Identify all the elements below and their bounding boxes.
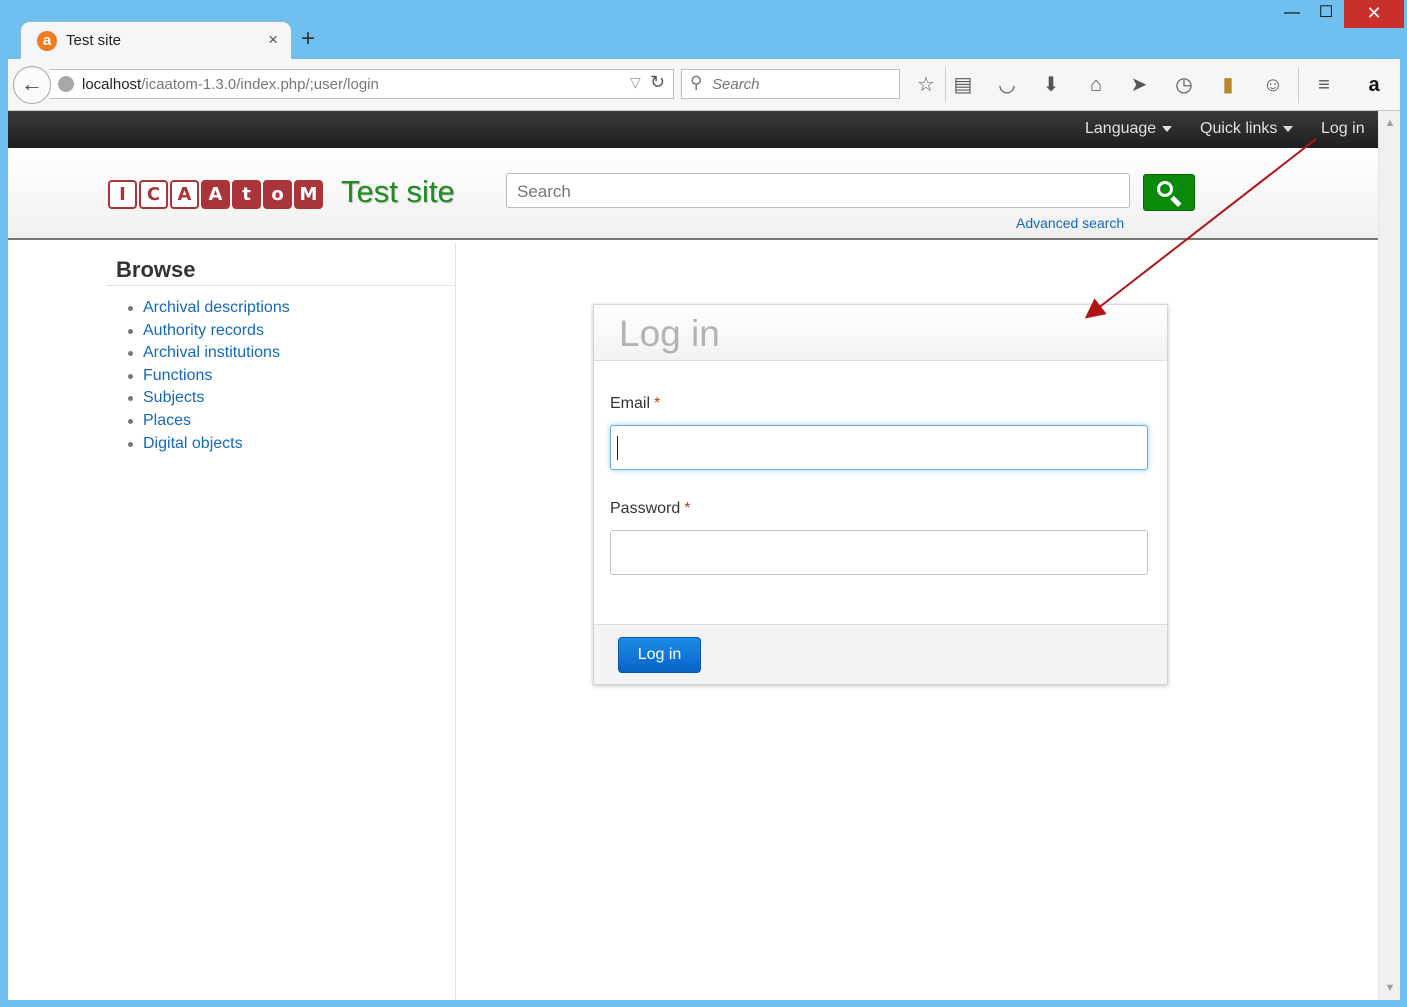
divider xyxy=(106,285,456,286)
browse-link-archival-descriptions[interactable]: Archival descriptions xyxy=(128,297,290,320)
login-panel: Log in Email * Password * Log in xyxy=(593,304,1168,685)
site-top-navbar: Language Quick links Log in xyxy=(8,111,1378,148)
reading-list-icon[interactable]: ▤ xyxy=(950,72,976,98)
search-icon-handle xyxy=(1170,195,1182,208)
globe-icon xyxy=(58,76,74,92)
site-search-box[interactable] xyxy=(506,173,1130,208)
top-login-link[interactable]: Log in xyxy=(1321,120,1365,138)
quick-links-menu[interactable]: Quick links xyxy=(1200,120,1294,138)
icaatom-logo[interactable]: I C A A t o M xyxy=(108,180,323,210)
site-title[interactable]: Test site xyxy=(341,174,455,210)
site-favicon-icon: a xyxy=(37,31,57,51)
browse-heading: Browse xyxy=(116,257,196,282)
window-close-button[interactable]: ✕ xyxy=(1344,0,1404,28)
browse-list: Archival descriptions Authority records … xyxy=(128,297,290,455)
chat-icon[interactable]: ☺ xyxy=(1260,72,1286,98)
scroll-down-icon[interactable]: ▼ xyxy=(1379,978,1401,998)
browse-sidebar: Browse Archival descriptions Authority r… xyxy=(8,242,456,1000)
logo-letter: A xyxy=(170,180,199,209)
browse-link-digital-objects[interactable]: Digital objects xyxy=(128,433,290,456)
back-button[interactable]: ← xyxy=(13,66,51,104)
reload-icon[interactable]: ↻ xyxy=(650,72,665,93)
logo-letter: M xyxy=(294,180,323,209)
bookmark-star-icon[interactable]: ☆ xyxy=(913,72,939,98)
advanced-search-link[interactable]: Advanced search xyxy=(1016,215,1124,231)
window-maximize-button[interactable]: ☐ xyxy=(1309,0,1343,28)
password-label: Password * xyxy=(610,500,691,517)
email-field[interactable] xyxy=(610,425,1148,470)
browser-search-box[interactable]: ⚲ xyxy=(681,69,900,99)
password-field[interactable] xyxy=(610,530,1148,575)
login-panel-header: Log in xyxy=(594,305,1167,361)
logo-letter: t xyxy=(232,180,261,209)
new-tab-button[interactable]: + xyxy=(301,25,315,53)
language-menu[interactable]: Language xyxy=(1085,120,1173,138)
toolbar-separator xyxy=(1298,67,1299,103)
logo-letter: A xyxy=(201,180,230,209)
site-header: I C A A t o M Test site Advanced search xyxy=(8,148,1378,240)
url-dropdown-icon[interactable]: ▽ xyxy=(630,74,641,91)
page-viewport: Language Quick links Log in I C A A t o … xyxy=(8,111,1378,1000)
window-titlebar: a Test site × + — ☐ ✕ xyxy=(0,0,1407,60)
browse-link-functions[interactable]: Functions xyxy=(128,365,290,388)
url-text[interactable]: localhost/icaatom-1.3.0/index.php/;user/… xyxy=(82,76,379,93)
browse-link-subjects[interactable]: Subjects xyxy=(128,387,290,410)
browser-search-input[interactable] xyxy=(712,76,892,93)
required-marker: * xyxy=(684,500,691,517)
logo-letter: C xyxy=(139,180,168,209)
site-search-input[interactable] xyxy=(517,182,1117,202)
notebook-icon[interactable]: ▮ xyxy=(1215,72,1241,98)
pocket-icon[interactable]: ◡ xyxy=(994,72,1020,98)
logo-letter: I xyxy=(108,180,137,209)
caret-down-icon xyxy=(1283,125,1294,132)
email-label: Email * xyxy=(610,395,661,412)
tab-title: Test site xyxy=(66,32,122,49)
login-panel-footer: Log in xyxy=(594,624,1167,684)
scroll-up-icon[interactable]: ▲ xyxy=(1379,113,1401,133)
window-minimize-button[interactable]: — xyxy=(1275,0,1309,28)
browse-link-archival-institutions[interactable]: Archival institutions xyxy=(128,342,290,365)
toolbar-separator xyxy=(945,67,946,103)
address-bar[interactable]: localhost/icaatom-1.3.0/index.php/;user/… xyxy=(50,69,674,99)
search-icon xyxy=(1157,181,1173,197)
logo-letter: o xyxy=(263,180,292,209)
search-icon: ⚲ xyxy=(690,73,703,92)
history-icon[interactable]: ◷ xyxy=(1171,72,1197,98)
browse-link-authority-records[interactable]: Authority records xyxy=(128,320,290,343)
hamburger-menu-icon[interactable]: ≡ xyxy=(1311,72,1337,98)
required-marker: * xyxy=(654,395,661,412)
login-title: Log in xyxy=(619,313,720,354)
search-submit-button[interactable] xyxy=(1143,174,1195,211)
browse-link-places[interactable]: Places xyxy=(128,410,290,433)
login-submit-button[interactable]: Log in xyxy=(618,637,701,673)
page-scrollbar[interactable]: ▲ ▼ xyxy=(1378,111,1400,1000)
browser-toolbar: localhost/icaatom-1.3.0/index.php/;user/… xyxy=(8,59,1400,111)
download-icon[interactable]: ⬇ xyxy=(1038,72,1064,98)
text-cursor xyxy=(617,436,618,460)
home-icon[interactable]: ⌂ xyxy=(1083,72,1109,98)
send-icon[interactable]: ➤ xyxy=(1126,72,1152,98)
browser-tab[interactable]: a Test site × xyxy=(20,21,292,59)
caret-down-icon xyxy=(1162,125,1173,132)
tab-close-icon[interactable]: × xyxy=(268,30,278,50)
amazon-icon[interactable]: a xyxy=(1361,72,1387,98)
